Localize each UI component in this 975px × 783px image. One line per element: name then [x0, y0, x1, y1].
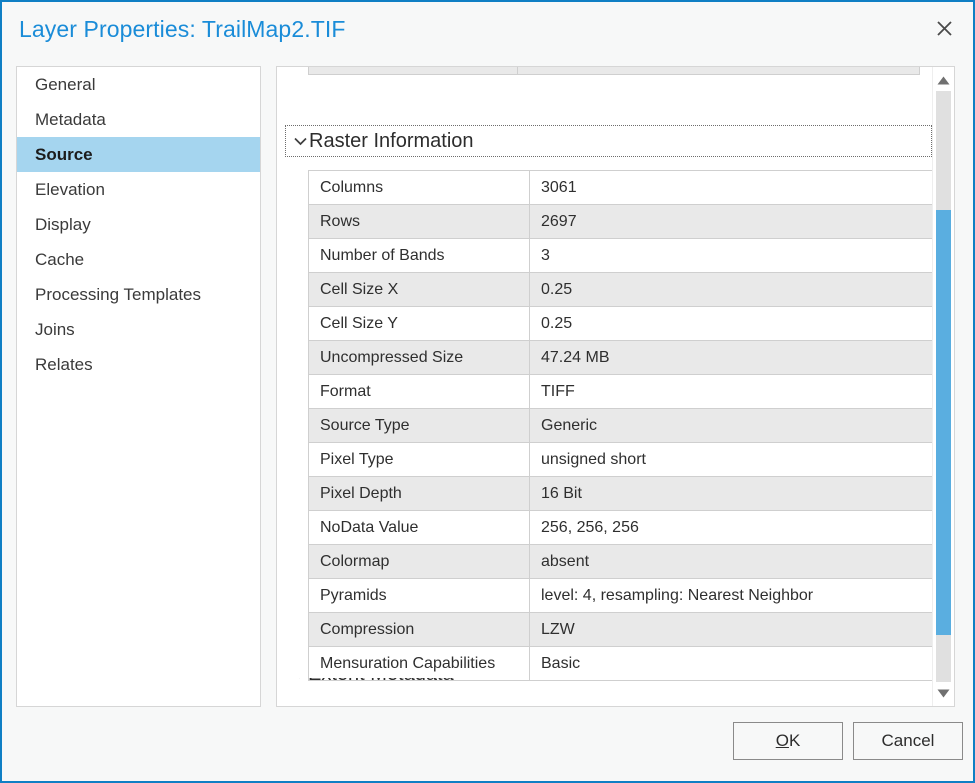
table-cell-key: Pixel Depth: [308, 476, 530, 511]
table-cell-key: Number of Bands: [308, 238, 530, 273]
sidebar-item-elevation[interactable]: Elevation: [17, 172, 260, 207]
dialog-body: General Metadata Source Elevation Displa…: [2, 57, 973, 708]
source-content-panel: ... Raster Information Columns: [276, 66, 955, 707]
table-cell-value: 3061: [529, 170, 934, 205]
table-cell-key: Uncompressed Size: [308, 340, 530, 375]
clipped-previous-row-key: [309, 67, 518, 74]
table-row: NoData Value 256, 256, 256: [308, 510, 934, 545]
dialog-title: Layer Properties: TrailMap2.TIF: [19, 16, 346, 42]
table-cell-key: NoData Value: [308, 510, 530, 545]
table-cell-value: absent: [529, 544, 934, 579]
ok-accel-char: O: [775, 731, 789, 750]
table-cell-value: 0.25: [529, 272, 934, 307]
sidebar-item-relates[interactable]: Relates: [17, 347, 260, 382]
sidebar-item-metadata[interactable]: Metadata: [17, 102, 260, 137]
table-cell-value: 3: [529, 238, 934, 273]
table-row: Uncompressed Size 47.24 MB: [308, 340, 934, 375]
table-cell-key: Columns: [308, 170, 530, 205]
dialog-footer: OK Cancel: [2, 708, 973, 781]
sidebar-item-source[interactable]: Source: [17, 137, 260, 172]
table-cell-value: TIFF: [529, 374, 934, 409]
ok-button[interactable]: OK: [733, 722, 843, 760]
table-row: Rows 2697: [308, 204, 934, 239]
table-cell-key: Source Type: [308, 408, 530, 443]
raster-information-table: Columns 3061 Rows 2697 Number of Bands 3: [308, 170, 934, 681]
clipped-previous-row-value: ...: [518, 67, 919, 74]
chevron-down-icon: [290, 678, 308, 679]
table-cell-key: Compression: [308, 612, 530, 647]
table-row: Compression LZW: [308, 612, 934, 647]
table-cell-key: Rows: [308, 204, 530, 239]
table-cell-key: Pixel Type: [308, 442, 530, 477]
table-cell-key: Colormap: [308, 544, 530, 579]
table-cell-value: unsigned short: [529, 442, 934, 477]
table-cell-key: Cell Size Y: [308, 306, 530, 341]
clipped-next-section-header[interactable]: Extent Metadata: [285, 678, 932, 706]
table-cell-key: Mensuration Capabilities: [308, 646, 530, 681]
sidebar-item-display[interactable]: Display: [17, 207, 260, 242]
table-row: Format TIFF: [308, 374, 934, 409]
section-title: Raster Information: [309, 129, 474, 152]
table-cell-key: Pyramids: [308, 578, 530, 613]
properties-nav-list: General Metadata Source Elevation Displa…: [16, 66, 261, 707]
content-vertical-scrollbar[interactable]: [932, 67, 954, 706]
table-row: Pixel Depth 16 Bit: [308, 476, 934, 511]
table-row: Mensuration Capabilities Basic: [308, 646, 934, 681]
table-row: Source Type Generic: [308, 408, 934, 443]
table-cell-value: 0.25: [529, 306, 934, 341]
table-cell-value: 2697: [529, 204, 934, 239]
table-row: Number of Bands 3: [308, 238, 934, 273]
clipped-next-section-title: Extent Metadata: [308, 678, 454, 686]
clipped-previous-row: ...: [308, 67, 920, 75]
table-cell-value: 47.24 MB: [529, 340, 934, 375]
chevron-down-icon: [291, 137, 309, 146]
table-row: Pixel Type unsigned short: [308, 442, 934, 477]
table-cell-key: Format: [308, 374, 530, 409]
table-row: Pyramids level: 4, resampling: Nearest N…: [308, 578, 934, 613]
table-row: Cell Size X 0.25: [308, 272, 934, 307]
close-icon[interactable]: [925, 11, 963, 45]
table-cell-value: Generic: [529, 408, 934, 443]
scroll-down-arrow-icon[interactable]: [933, 683, 954, 703]
scroll-up-arrow-icon[interactable]: [933, 70, 954, 90]
table-row: Cell Size Y 0.25: [308, 306, 934, 341]
dialog-titlebar: Layer Properties: TrailMap2.TIF: [2, 2, 973, 57]
sidebar-item-joins[interactable]: Joins: [17, 312, 260, 347]
content-scroll-viewport: ... Raster Information Columns: [277, 67, 934, 706]
table-row: Columns 3061: [308, 170, 934, 205]
table-cell-value: level: 4, resampling: Nearest Neighbor: [529, 578, 934, 613]
sidebar-item-processing-templates[interactable]: Processing Templates: [17, 277, 260, 312]
table-cell-value: 16 Bit: [529, 476, 934, 511]
scrollbar-thumb[interactable]: [936, 210, 951, 635]
table-cell-value: LZW: [529, 612, 934, 647]
cancel-button[interactable]: Cancel: [853, 722, 963, 760]
table-cell-value: 256, 256, 256: [529, 510, 934, 545]
sidebar-item-cache[interactable]: Cache: [17, 242, 260, 277]
sidebar-item-general[interactable]: General: [17, 67, 260, 102]
table-row: Colormap absent: [308, 544, 934, 579]
table-cell-value: Basic: [529, 646, 934, 681]
table-cell-key: Cell Size X: [308, 272, 530, 307]
raster-information-section-header[interactable]: Raster Information: [285, 125, 932, 157]
ok-label-rest: K: [788, 731, 801, 750]
layer-properties-dialog: Layer Properties: TrailMap2.TIF General …: [0, 0, 975, 783]
